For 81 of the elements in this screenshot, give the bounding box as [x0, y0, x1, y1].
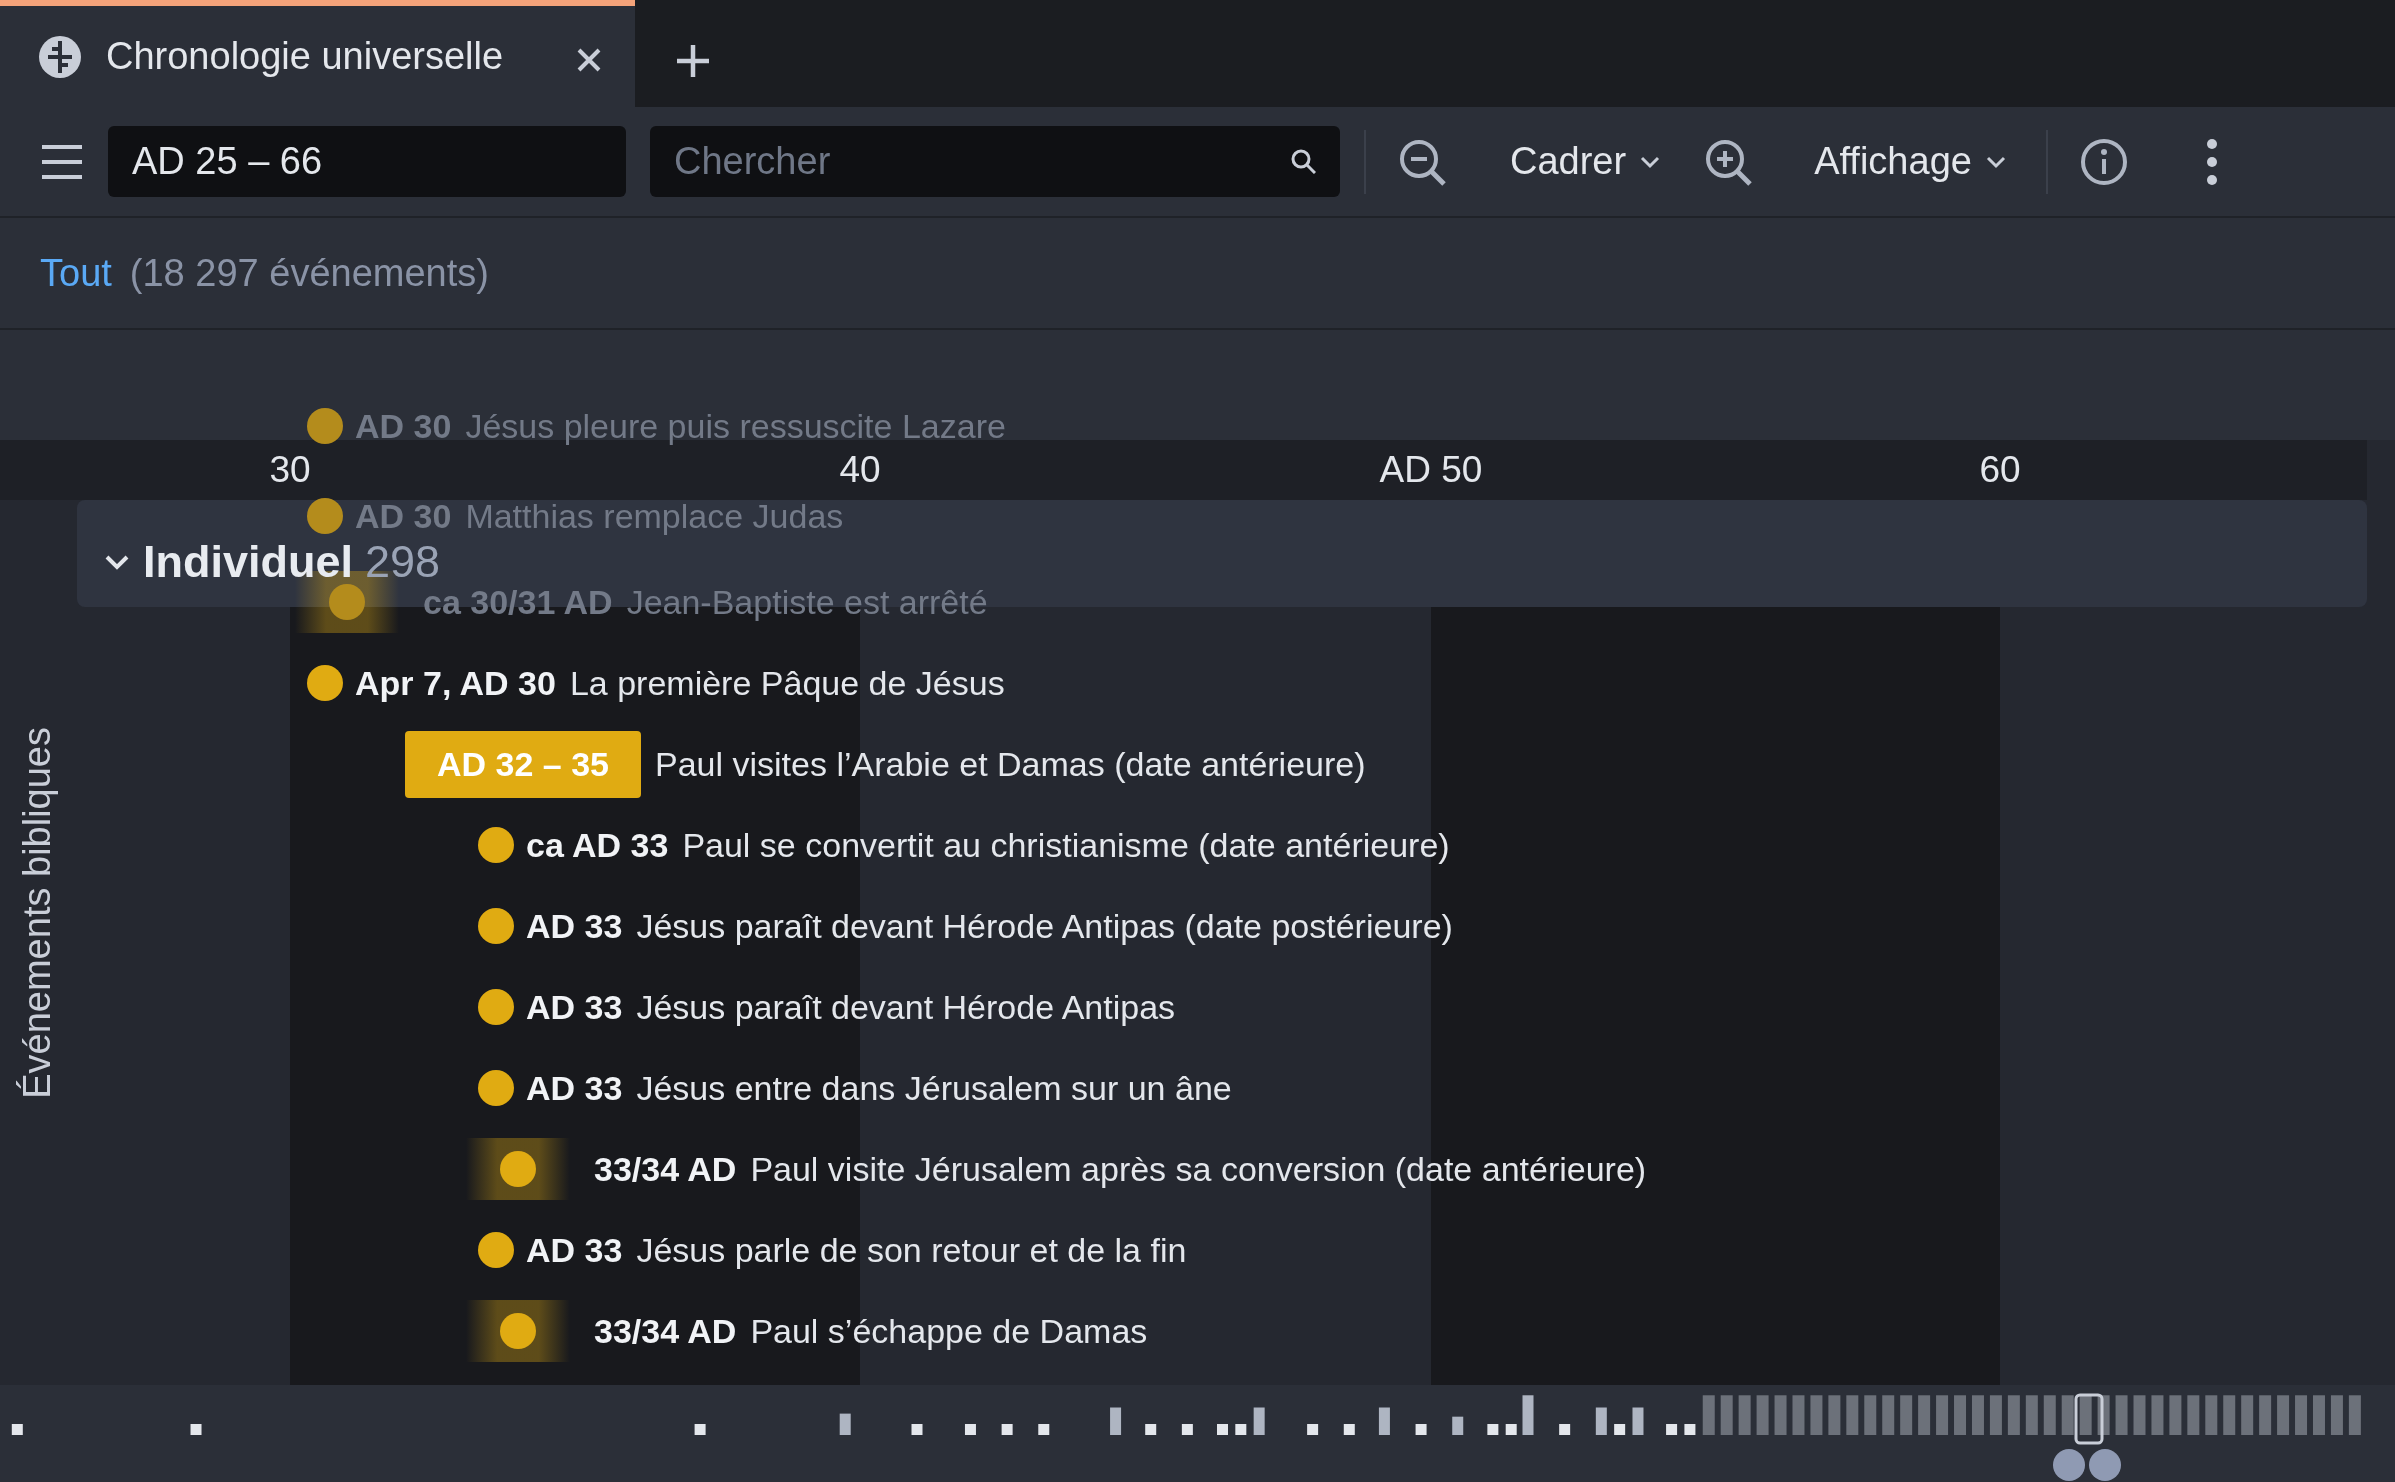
fuzzy-date-marker[interactable]	[466, 1138, 570, 1200]
histogram-bar	[190, 1424, 202, 1435]
fuzzy-date-marker[interactable]	[466, 1300, 570, 1362]
event-title[interactable]: Paul visites l’Arabie et Damas (date antérieure)	[655, 738, 1366, 790]
event-date: 33/34 AD	[594, 1310, 737, 1352]
histogram-bar	[1505, 1424, 1517, 1435]
histogram-bar	[1522, 1395, 1534, 1435]
menu-icon	[40, 142, 84, 181]
histogram-bar	[1038, 1424, 1050, 1435]
search-field[interactable]: Chercher	[650, 126, 1340, 197]
histogram-bar	[1001, 1424, 1013, 1435]
event-date: 33/34 AD	[594, 1148, 737, 1190]
info-button[interactable]	[2079, 137, 2128, 186]
histogram-bar	[1343, 1424, 1355, 1435]
histogram-bar	[1145, 1424, 1157, 1435]
histogram-bar	[1632, 1407, 1644, 1435]
histogram-bar	[911, 1424, 923, 1435]
more-icon	[2205, 137, 2218, 186]
zoom-in-icon	[1704, 137, 1753, 186]
tab[interactable]: Chronologie universelle	[0, 0, 635, 107]
event-date: AD 33	[526, 905, 623, 947]
axis-label: 60	[1979, 448, 2021, 492]
axis-label: AD 50	[1379, 448, 1483, 492]
caret-icon	[1985, 154, 2006, 169]
dropdown-button[interactable]: Affichage	[1814, 133, 2006, 190]
histogram-bar	[1217, 1424, 1228, 1435]
event-date: AD 33	[526, 1229, 623, 1271]
event-title[interactable]: La première Pâque de Jésus	[569, 657, 1005, 709]
histogram-bar	[694, 1424, 706, 1435]
histogram-bar	[11, 1424, 23, 1435]
histogram-bar	[1307, 1424, 1319, 1435]
event-title[interactable]: Paul s’échappe de Damas	[750, 1305, 1148, 1357]
filter-link[interactable]: Tout	[40, 244, 112, 302]
zoom-out-button[interactable]	[1398, 137, 1446, 186]
event-title[interactable]: Paul se convertit au christianisme (date antérieure)	[682, 819, 1450, 871]
histogram-bar	[1235, 1424, 1247, 1435]
group-name: Individuel	[143, 539, 353, 584]
event-date: Apr 7, AD 30	[355, 662, 556, 704]
event-count: (18 297 événements)	[129, 250, 489, 296]
event-date: AD 33	[526, 1067, 623, 1109]
dropdown-button[interactable]: Cadrer	[1510, 133, 1661, 190]
histogram-bar	[1452, 1416, 1464, 1435]
histogram-bar	[1253, 1407, 1265, 1435]
histogram-bar	[839, 1413, 851, 1435]
date-range-field[interactable]: AD 25 – 66	[108, 126, 626, 197]
histogram-bar	[1110, 1407, 1122, 1435]
tab-title: Chronologie universelle	[106, 34, 504, 79]
histogram-bar	[1684, 1424, 1696, 1435]
histogram-bar	[964, 1424, 976, 1435]
histogram-bar	[1415, 1424, 1427, 1435]
event-title[interactable]: Jésus parle de son retour et de la fin	[636, 1224, 1187, 1276]
zoom-in-button[interactable]	[1704, 137, 1753, 186]
globe-icon	[38, 34, 82, 79]
event-date: ca AD 33	[526, 824, 669, 866]
group-count: 298	[365, 539, 441, 584]
histogram-bar	[1595, 1407, 1607, 1435]
lane-label: Événements bibliques	[15, 726, 59, 1099]
menu-button[interactable]	[40, 142, 84, 181]
event-title[interactable]: Jésus entre dans Jérusalem sur un âne	[636, 1062, 1232, 1114]
more-button[interactable]	[2205, 137, 2218, 186]
histogram-bar	[1378, 1407, 1390, 1435]
axis-label: 30	[269, 448, 311, 492]
histogram-bar	[1559, 1424, 1571, 1435]
slider-handle[interactable]	[2052, 1448, 2122, 1482]
event-title[interactable]: Jésus paraît devant Hérode Antipas	[636, 981, 1176, 1033]
range-handle[interactable]	[2074, 1393, 2104, 1445]
event-title[interactable]: Paul visite Jérusalem après sa conversion (date antérieure)	[750, 1143, 1647, 1195]
zoom-out-icon	[1398, 137, 1446, 186]
event-date: AD 30	[355, 405, 452, 447]
event-date: AD 33	[526, 986, 623, 1028]
histogram-bar	[1181, 1424, 1193, 1435]
histogram-bar	[1487, 1424, 1499, 1435]
plus-icon	[675, 42, 711, 79]
histogram-bar	[1666, 1424, 1678, 1435]
event-title[interactable]: Jésus paraît devant Hérode Antipas (date postérieure)	[636, 900, 1453, 952]
info-icon	[2079, 137, 2128, 186]
histogram-bar	[1614, 1424, 1626, 1435]
event-date: ca 30/31 AD	[423, 581, 613, 623]
search-icon	[1290, 148, 1316, 174]
event-date: AD 30	[355, 495, 452, 537]
caret-icon	[1640, 154, 1661, 169]
